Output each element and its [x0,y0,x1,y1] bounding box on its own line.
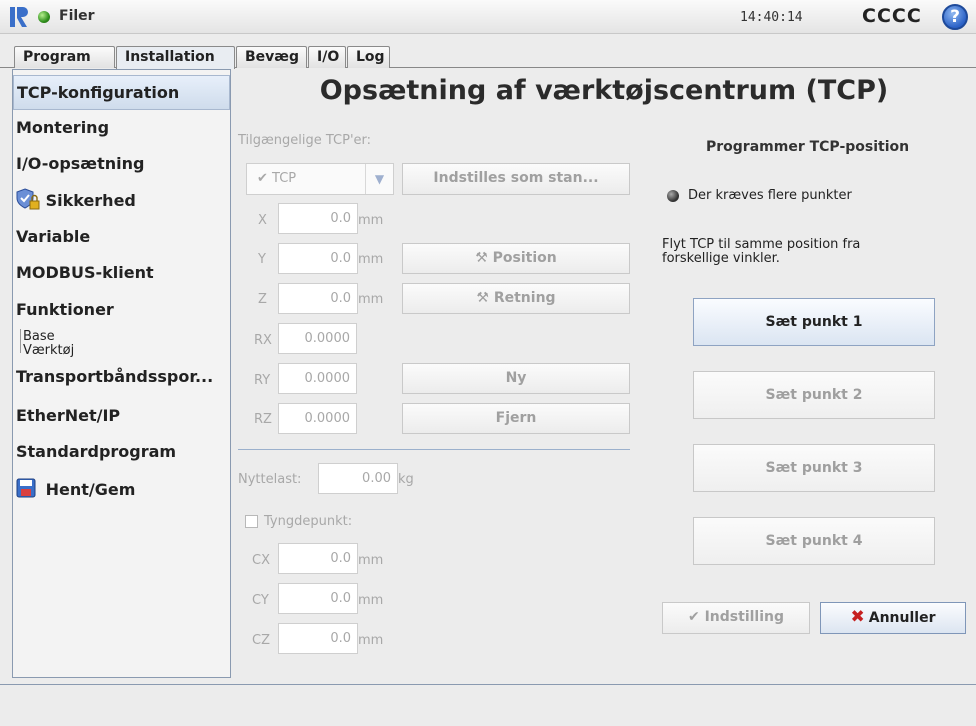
page-title: Opsætning af værktøjscentrum (TCP) [319,75,889,106]
tab-program[interactable]: Program [14,46,115,68]
orientation-button-label: Retning [493,290,556,306]
wrench-icon: ⚒ [476,290,489,306]
cx-label: CX [252,553,270,568]
robot-status-icon[interactable] [38,11,50,23]
cx-input[interactable]: 0.0 [278,543,358,574]
sidebar-item-io-setup[interactable]: I/O-opsætning [13,154,230,173]
installation-sidebar: TCP-konfiguration Montering I/O-opsætnin… [12,69,231,678]
z-label: Z [258,292,267,307]
payload-unit: kg [398,472,414,487]
cog-checkbox[interactable] [245,515,258,528]
sidebar-sub-item-base[interactable]: Base [23,329,55,344]
new-tcp-button[interactable]: Ny [402,363,630,394]
chevron-down-icon: ▼ [365,164,393,194]
y-unit: mm [358,252,384,267]
robot-name: CCCC [862,5,922,27]
cz-input[interactable]: 0.0 [278,623,358,654]
tab-installation[interactable]: Installation [116,46,235,69]
app-title[interactable]: Filer [59,8,95,24]
check-icon: ✔ [687,609,700,625]
ry-input[interactable]: 0.0000 [278,363,357,394]
setting-button[interactable]: ✔ Indstilling [662,602,810,634]
set-point-1-button[interactable]: Sæt punkt 1 [693,298,935,346]
cog-label: Tyngdepunkt: [264,514,353,529]
cy-label: CY [252,593,269,608]
orientation-button[interactable]: ⚒ Retning [402,283,630,314]
ur-logo-icon [10,7,28,27]
x-unit: mm [358,213,384,228]
tcp-configuration-panel: Opsætning af værktøjscentrum (TCP) Tilgæ… [232,69,976,683]
sidebar-item-mounting[interactable]: Montering [13,118,230,137]
status-indicator-icon [667,190,679,202]
title-bar: Filer 14:40:14 CCCC ? [0,0,976,34]
x-input[interactable]: 0.0 [278,203,358,234]
position-button-label: Position [492,250,557,266]
sidebar-item-conveyor-tracking[interactable]: Transportbåndsspor... [13,367,230,386]
rx-input[interactable]: 0.0000 [278,323,357,354]
sidebar-item-modbus-client[interactable]: MODBUS-klient [13,263,230,282]
tab-move[interactable]: Bevæg [236,46,307,68]
instruction-text: Flyt TCP til samme position fra forskell… [662,237,861,266]
position-button[interactable]: ⚒ Position [402,243,630,274]
section-divider [238,449,630,450]
cx-unit: mm [358,553,384,568]
cz-label: CZ [252,633,270,648]
cy-input[interactable]: 0.0 [278,583,358,614]
sidebar-item-variables[interactable]: Variable [13,227,230,246]
check-icon: ✔ [257,171,268,186]
help-icon[interactable]: ? [942,4,968,30]
cy-unit: mm [358,593,384,608]
set-default-button[interactable]: Indstilles som stan... [402,163,630,195]
sidebar-item-load-save[interactable]: Hent/Gem [13,478,230,499]
cancel-button[interactable]: ✖ Annuller [820,602,966,634]
rz-input[interactable]: 0.0000 [278,403,357,434]
tab-io[interactable]: I/O [308,46,346,68]
sidebar-item-default-program[interactable]: Standardprogram [13,442,230,461]
cancel-button-label: Annuller [868,610,936,626]
cz-unit: mm [358,633,384,648]
sidebar-item-safety[interactable]: Sikkerhed [13,188,230,210]
floppy-disk-icon [16,478,36,498]
remove-tcp-button[interactable]: Fjern [402,403,630,434]
program-tcp-title: Programmer TCP-position [706,139,910,155]
set-point-3-button[interactable]: Sæt punkt 3 [693,444,935,492]
tab-log[interactable]: Log [347,46,390,68]
rx-label: RX [254,333,272,348]
sidebar-item-ethernet-ip[interactable]: EtherNet/IP [13,406,230,425]
y-label: Y [258,252,266,267]
wrench-icon: ⚒ [475,250,488,266]
y-input[interactable]: 0.0 [278,243,358,274]
setting-button-label: Indstilling [704,609,784,625]
close-icon: ✖ [850,607,865,627]
z-unit: mm [358,292,384,307]
set-point-4-button[interactable]: Sæt punkt 4 [693,517,935,565]
tree-connector [20,329,21,353]
rz-label: RZ [254,412,272,427]
ry-label: RY [254,373,271,388]
payload-label: Nyttelast: [238,472,302,487]
safety-shield-icon [16,188,40,210]
sidebar-item-label: Sikkerhed [45,191,136,210]
available-tcps-label: Tilgængelige TCP'er: [238,133,372,148]
sidebar-item-features[interactable]: Funktioner [13,300,230,319]
sidebar-item-label: Hent/Gem [45,480,136,499]
tcp-dropdown[interactable]: ✔ TCP ▼ [246,163,394,195]
clock: 14:40:14 [740,10,803,25]
set-point-2-button[interactable]: Sæt punkt 2 [693,371,935,419]
points-status-text: Der kræves flere punkter [688,188,852,203]
sidebar-item-tcp-configuration[interactable]: TCP-konfiguration [13,75,230,110]
sidebar-sub-item-tool[interactable]: Værktøj [23,343,74,358]
tcp-dropdown-value: TCP [272,171,297,186]
z-input[interactable]: 0.0 [278,283,358,314]
x-label: X [258,213,267,228]
footer-divider [0,684,976,685]
payload-input[interactable]: 0.00 [318,463,398,494]
